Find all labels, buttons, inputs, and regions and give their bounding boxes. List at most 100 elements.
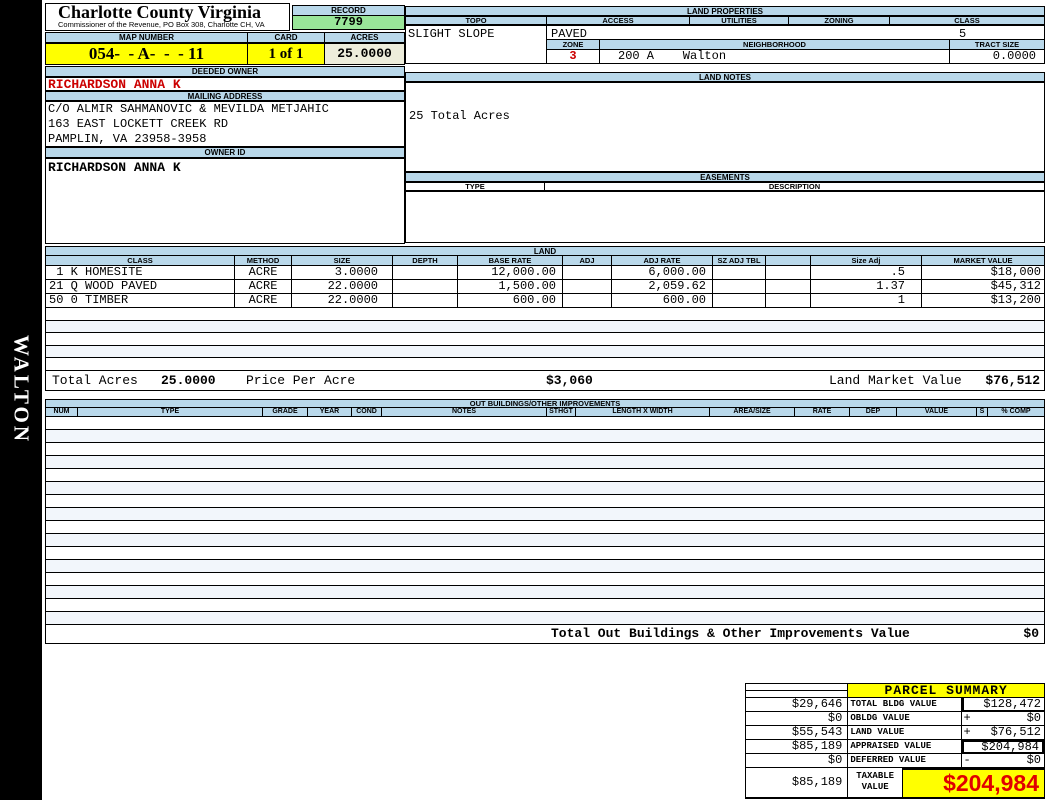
col-cond: COND — [352, 408, 382, 417]
taxable-assessed: $85,189 — [746, 768, 849, 798]
col-adj-rate: ADJ RATE — [612, 256, 713, 266]
land-totals-row: Total Acres 25.0000 Price Per Acre $3,06… — [45, 370, 1045, 391]
address-line-1: C/O ALMIR SAHMANOVIC & MEVILDA METJAHIC — [48, 102, 329, 116]
value: $76,512 — [990, 726, 1041, 739]
empty-row — [45, 612, 1045, 625]
cell-blank — [766, 294, 811, 308]
col-notes: NOTES — [382, 408, 547, 417]
summary-row-appraised: $85,189 APPRAISED VALUE $204,984 — [746, 740, 1044, 754]
appraised-assessed: $85,189 — [746, 740, 849, 754]
summary-row-taxable: $85,189 TAXABLE VALUE $204,984 — [746, 768, 1044, 798]
map-card-acres-values: 054- - A- - - 11 1 of 1 25.0000 — [45, 43, 405, 65]
address-line-3: PAMPLIN, VA 23958-3958 — [48, 132, 207, 146]
owner-id-label: OWNER ID — [45, 147, 405, 158]
summary-row-land: $55,543 LAND VALUE + $76,512 — [746, 726, 1044, 740]
cell-size: 22.0000 — [292, 280, 393, 294]
out-buildings-total-label: Total Out Buildings & Other Improvements… — [551, 626, 910, 641]
cell-market-value: $13,200 — [922, 294, 1045, 308]
cell-size-adj: 1.37 — [811, 280, 922, 294]
land-notes-title: LAND NOTES — [405, 72, 1045, 82]
cell-size: 3.0000 — [292, 266, 393, 280]
cell-base-rate: 600.00 — [458, 294, 563, 308]
cell-blank — [766, 266, 811, 280]
parcel-summary: PARCEL SUMMARY $29,646 TOTAL BLDG VALUE … — [745, 683, 1045, 799]
acres-label: ACRES — [325, 32, 405, 43]
map-number-label: MAP NUMBER — [45, 32, 248, 43]
empty-row — [45, 417, 1045, 430]
cell-size-adj: .5 — [811, 266, 922, 280]
address-line-2: 163 EAST LOCKETT CREEK RD — [48, 117, 229, 131]
empty-row — [45, 521, 1045, 534]
county-subtitle: Commissioner of the Revenue, PO Box 308,… — [58, 20, 265, 29]
empty-row — [45, 345, 1045, 359]
appraised-value: $204,984 — [961, 740, 1044, 754]
mailing-address-label: MAILING ADDRESS — [45, 91, 405, 101]
out-buildings-empty-rows — [45, 417, 1045, 625]
summary-row-deferred: $0 DEFERRED VALUE - $0 — [746, 754, 1044, 768]
empty-row — [45, 495, 1045, 508]
out-buildings-section: OUT BUILDINGS/OTHER IMPROVEMENTS NUM TYP… — [45, 399, 1045, 644]
land-notes-box: 25 Total Acres — [405, 82, 1045, 172]
deferred-value-label: DEFERRED VALUE — [848, 754, 962, 768]
total-bldg-value-label: TOTAL BLDG VALUE — [848, 698, 962, 712]
easement-description-label: DESCRIPTION — [545, 182, 1045, 191]
cell-depth — [393, 294, 458, 308]
record-box: RECORD 7799 — [292, 5, 405, 30]
col-value: VALUE — [897, 408, 977, 417]
land-value: + $76,512 — [961, 726, 1044, 740]
total-acres-value: 25.0000 — [161, 372, 216, 388]
col-depth: DEPTH — [393, 256, 458, 266]
zoning-label: ZONING — [789, 16, 890, 25]
empty-row — [45, 430, 1045, 443]
col-market-value: MARKET VALUE — [922, 256, 1045, 266]
col-num: NUM — [45, 408, 78, 417]
card-value: 1 of 1 — [248, 43, 325, 65]
price-per-acre-value: $3,060 — [546, 372, 593, 388]
access-row: PAVED 5 — [547, 25, 1045, 41]
col-rate: RATE — [795, 408, 850, 417]
cell-sz-adj-tbl — [713, 294, 766, 308]
value: $0 — [1026, 754, 1041, 767]
col-adj: ADJ — [563, 256, 612, 266]
cell-size: 22.0000 — [292, 294, 393, 308]
taxable-label-line2: VALUE — [861, 782, 889, 792]
col-base-rate: BASE RATE — [458, 256, 563, 266]
deeded-owner-value: RICHARDSON ANNA K — [48, 77, 181, 92]
easements-headers: TYPE DESCRIPTION — [405, 182, 1045, 191]
topo-value: SLIGHT SLOPE — [405, 25, 547, 64]
cell-base-rate: 12,000.00 — [458, 266, 563, 280]
value: $128,472 — [983, 698, 1041, 711]
total-bldg-value: $128,472 — [961, 698, 1044, 712]
cell-size-adj: 1 — [811, 294, 922, 308]
empty-row — [45, 308, 1045, 321]
price-per-acre-label: Price Per Acre — [246, 372, 356, 388]
bldg-assessed: $29,646 — [746, 698, 849, 712]
cell-method: ACRE — [235, 280, 292, 294]
district-sidebar: WALTON — [0, 0, 42, 800]
col-dep: DEP — [850, 408, 897, 417]
empty-row — [45, 482, 1045, 495]
col-blank — [766, 256, 811, 266]
cell-adj-rate: 2,059.62 — [612, 280, 713, 294]
empty-row — [45, 333, 1045, 346]
total-acres-label: Total Acres — [52, 372, 138, 388]
out-buildings-title: OUT BUILDINGS/OTHER IMPROVEMENTS — [45, 399, 1045, 408]
map-number-value: 054- - A- - - 11 — [45, 43, 248, 65]
obldg-value-label: OBLDG VALUE — [848, 712, 962, 726]
card-label: CARD — [248, 32, 325, 43]
empty-row — [45, 443, 1045, 456]
col-sthgt: STHGT — [547, 408, 576, 417]
cell-market-value: $18,000 — [922, 266, 1045, 280]
obldg-assessed: $0 — [746, 712, 849, 726]
utilities-label: UTILITIES — [690, 16, 789, 25]
empty-row — [45, 320, 1045, 334]
deferred-value: - $0 — [961, 754, 1044, 768]
col-s: S — [977, 408, 988, 417]
empty-row — [45, 469, 1045, 482]
sign: + — [963, 712, 971, 725]
empty-row — [45, 547, 1045, 560]
taxable-value-label: TAXABLE VALUE — [848, 768, 903, 798]
col-type: TYPE — [78, 408, 263, 417]
land-row-3: 50 0 TIMBER ACRE 22.0000 600.00 600.00 1… — [45, 294, 1045, 308]
summary-row-obldg: $0 OBLDG VALUE + $0 — [746, 712, 1044, 726]
